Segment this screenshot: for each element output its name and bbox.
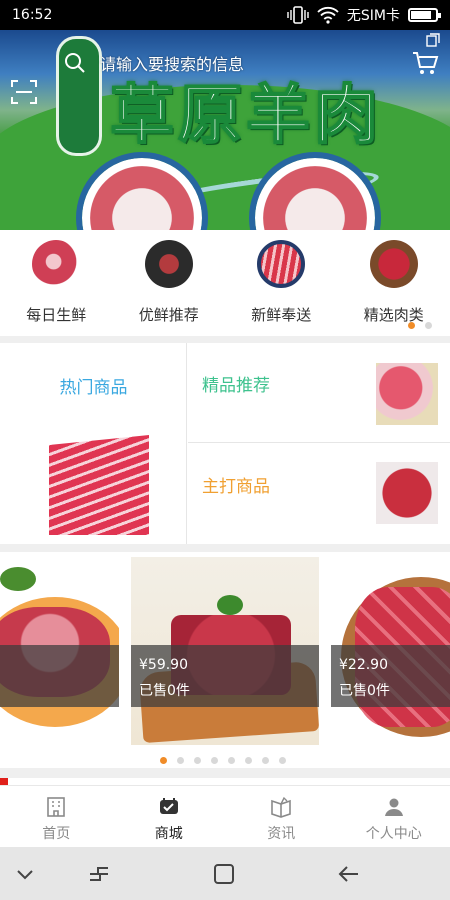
bottom-tab-bar: 首页 商城 资讯 个人中心 xyxy=(0,785,450,847)
product-sold-count: 已售0件 xyxy=(139,683,190,699)
pager-dot[interactable] xyxy=(211,757,218,764)
profile-icon xyxy=(384,798,403,816)
product-card[interactable]: ¥59.90 已售0件 xyxy=(131,557,319,745)
status-time: 16:52 xyxy=(12,7,53,23)
product-pager xyxy=(160,757,286,764)
cart-icon[interactable] xyxy=(410,48,440,78)
product-price: ¥22.90 xyxy=(339,657,388,673)
tab-home[interactable]: 首页 xyxy=(0,786,113,847)
wifi-icon xyxy=(317,6,339,24)
search-bar[interactable]: 请输入要搜索的信息 xyxy=(50,44,400,82)
featured-card[interactable]: 精品推荐 xyxy=(188,343,450,443)
pager-dot[interactable] xyxy=(408,322,415,329)
hot-products-card[interactable]: 热门商品 xyxy=(0,343,187,544)
recent-apps-icon[interactable] xyxy=(86,861,112,887)
category-pager xyxy=(408,322,432,329)
hot-products-title: 热门商品 xyxy=(59,378,128,398)
product-sold-count: 已售0件 xyxy=(339,683,390,699)
system-nav-bar xyxy=(0,847,450,900)
home-icon xyxy=(47,797,66,817)
category-item-daily-fresh[interactable]: 每日生鲜 xyxy=(0,230,113,336)
steak-plate-thumb-icon xyxy=(144,240,193,288)
app-screen: 16:52 无SIM卡 草原羊肉 请输入要搜索的信息 每日生鲜 优鲜推荐 新鲜奉… xyxy=(0,0,450,900)
meat-thumb-icon xyxy=(32,240,81,288)
category-item-fresh-gift[interactable]: 新鲜奉送 xyxy=(225,230,338,336)
main-product-title: 主打商品 xyxy=(202,477,270,497)
pager-dot[interactable] xyxy=(279,757,286,764)
herb-image xyxy=(0,567,36,591)
scan-icon[interactable] xyxy=(10,78,38,106)
main-product-image xyxy=(376,462,438,524)
status-bar: 16:52 无SIM卡 xyxy=(0,0,450,30)
pager-dot[interactable] xyxy=(177,757,184,764)
vibrate-icon xyxy=(287,6,309,24)
search-placeholder[interactable]: 请输入要搜索的信息 xyxy=(100,51,244,75)
pager-dot[interactable] xyxy=(425,322,432,329)
main-product-card[interactable]: 主打商品 xyxy=(188,444,450,544)
featured-meat-image xyxy=(376,363,438,425)
price-overlay xyxy=(0,645,119,707)
tab-profile[interactable]: 个人中心 xyxy=(338,786,450,847)
product-price: ¥59.90 xyxy=(139,657,188,673)
carrier-label: 无SIM卡 xyxy=(346,8,400,24)
pager-dot[interactable] xyxy=(228,757,235,764)
category-item-recommended[interactable]: 优鲜推荐 xyxy=(113,230,226,336)
sliced-meat-thumb-icon xyxy=(257,240,306,288)
category-item-selected-meat[interactable]: 精选肉类 xyxy=(338,230,450,336)
divider xyxy=(0,768,450,778)
news-icon xyxy=(271,796,292,818)
price-overlay: ¥59.90 已售0件 xyxy=(131,645,319,707)
promo-grid: 热门商品 精品推荐 主打商品 xyxy=(0,343,450,544)
divider xyxy=(0,544,450,552)
product-card[interactable] xyxy=(0,557,119,745)
divider xyxy=(0,336,450,343)
product-carousel: ¥59.90 已售0件 ¥22.90 已售0件 xyxy=(0,552,450,768)
pager-dot[interactable] xyxy=(194,757,201,764)
search-icon[interactable] xyxy=(62,50,88,76)
back-icon[interactable] xyxy=(336,861,362,887)
herb-image xyxy=(217,595,243,615)
price-overlay: ¥22.90 已售0件 xyxy=(331,645,450,707)
chevron-down-icon[interactable] xyxy=(12,861,38,887)
tab-news[interactable]: 资讯 xyxy=(225,786,338,847)
meat-cubes-thumb-icon xyxy=(369,240,418,288)
promo-banner[interactable]: 草原羊肉 请输入要搜索的信息 xyxy=(0,30,450,230)
product-card[interactable]: ¥22.90 已售0件 xyxy=(331,557,450,745)
category-strip: 每日生鲜 优鲜推荐 新鲜奉送 精选肉类 xyxy=(0,230,450,336)
battery-icon xyxy=(408,8,441,22)
copy-icon[interactable] xyxy=(426,32,440,47)
pager-dot[interactable] xyxy=(245,757,252,764)
home-button-icon[interactable] xyxy=(211,861,237,887)
pager-dot[interactable] xyxy=(160,757,167,764)
tab-store[interactable]: 商城 xyxy=(113,786,226,847)
featured-title: 精品推荐 xyxy=(202,376,270,396)
pager-dot[interactable] xyxy=(262,757,269,764)
store-icon xyxy=(159,798,178,814)
marbled-beef-image xyxy=(49,435,149,535)
